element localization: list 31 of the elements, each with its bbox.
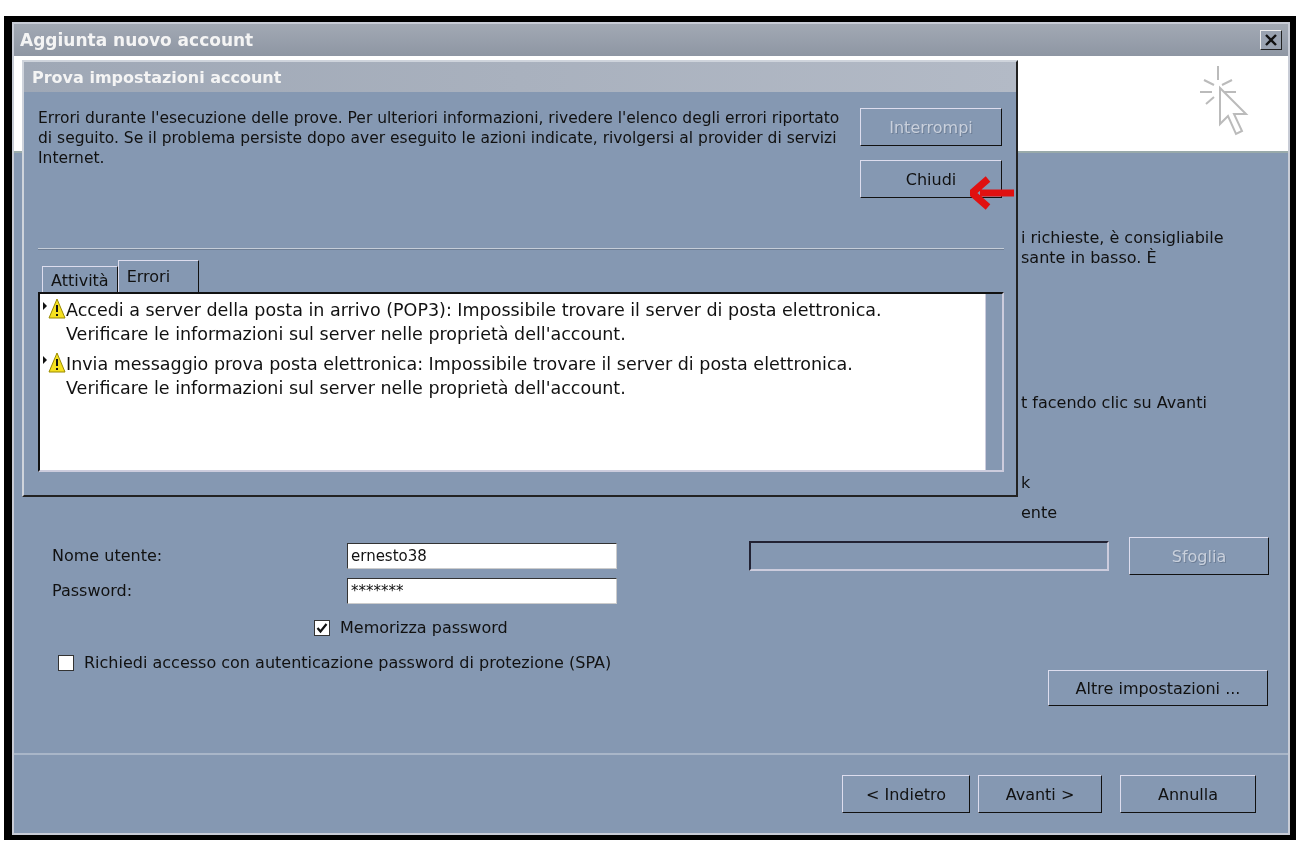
- warning-icon: [42, 298, 66, 320]
- checkbox-label: Richiedi accesso con autenticazione password di protezione (SPA): [84, 653, 613, 672]
- partial-text: ente: [1021, 503, 1059, 523]
- warning-icon: [42, 352, 66, 374]
- nav-button[interactable]: < Indietro: [842, 775, 970, 813]
- checkbox[interactable]: [314, 620, 330, 636]
- window-title: Aggiunta nuovo account: [20, 30, 254, 50]
- more-settings-button[interactable]: Altre impostazioni ...: [1048, 670, 1268, 706]
- tab[interactable]: Attività: [42, 266, 118, 292]
- username-field[interactable]: ernesto38: [347, 542, 617, 569]
- partial-text: t facendo clic su Avanti: [1021, 393, 1208, 413]
- nav-button[interactable]: Avanti >: [978, 775, 1102, 813]
- password-field[interactable]: *******: [347, 577, 617, 604]
- close-icon: [1264, 33, 1278, 47]
- partial-text: k: [1021, 473, 1032, 493]
- tab[interactable]: Errori: [117, 260, 200, 292]
- partial-text: sante in basso. È: [1021, 248, 1158, 268]
- dialog-title: Prova impostazioni account: [32, 67, 282, 87]
- path-field[interactable]: [749, 541, 1109, 571]
- nav-button[interactable]: Annulla: [1120, 775, 1256, 813]
- password-label: Password:: [52, 581, 134, 600]
- error-entry: Invia messaggio prova posta elettronica: Impossibile trovare il server di posta elettronica. Verificare le informazioni sul server nelle proprietà dell'account.: [66, 353, 853, 400]
- arrow-annotation: [970, 176, 1014, 210]
- checkbox[interactable]: [58, 655, 74, 671]
- partial-text: i richieste, è consigliabile: [1021, 228, 1225, 248]
- username-label: Nome utente:: [52, 546, 164, 565]
- checkbox-label: Memorizza password: [340, 618, 508, 637]
- close-button[interactable]: [1260, 30, 1282, 50]
- error-entry: Accedi a server della posta in arrivo (POP3): Impossibile trovare il server di posta elettronica. Verificare le informazioni sul server nelle proprietà dell'account.: [66, 299, 882, 346]
- error-message: Errori durante l'esecuzione delle prove. Per ulteriori informazioni, rivedere l'elenco degli errori riportato di seguito. Se il problema persiste dopo aver eseguito le azioni indicate, rivolgersi al provider di servizi Internet.: [38, 108, 841, 169]
- dialog-button[interactable]: Chiudi: [860, 160, 1002, 198]
